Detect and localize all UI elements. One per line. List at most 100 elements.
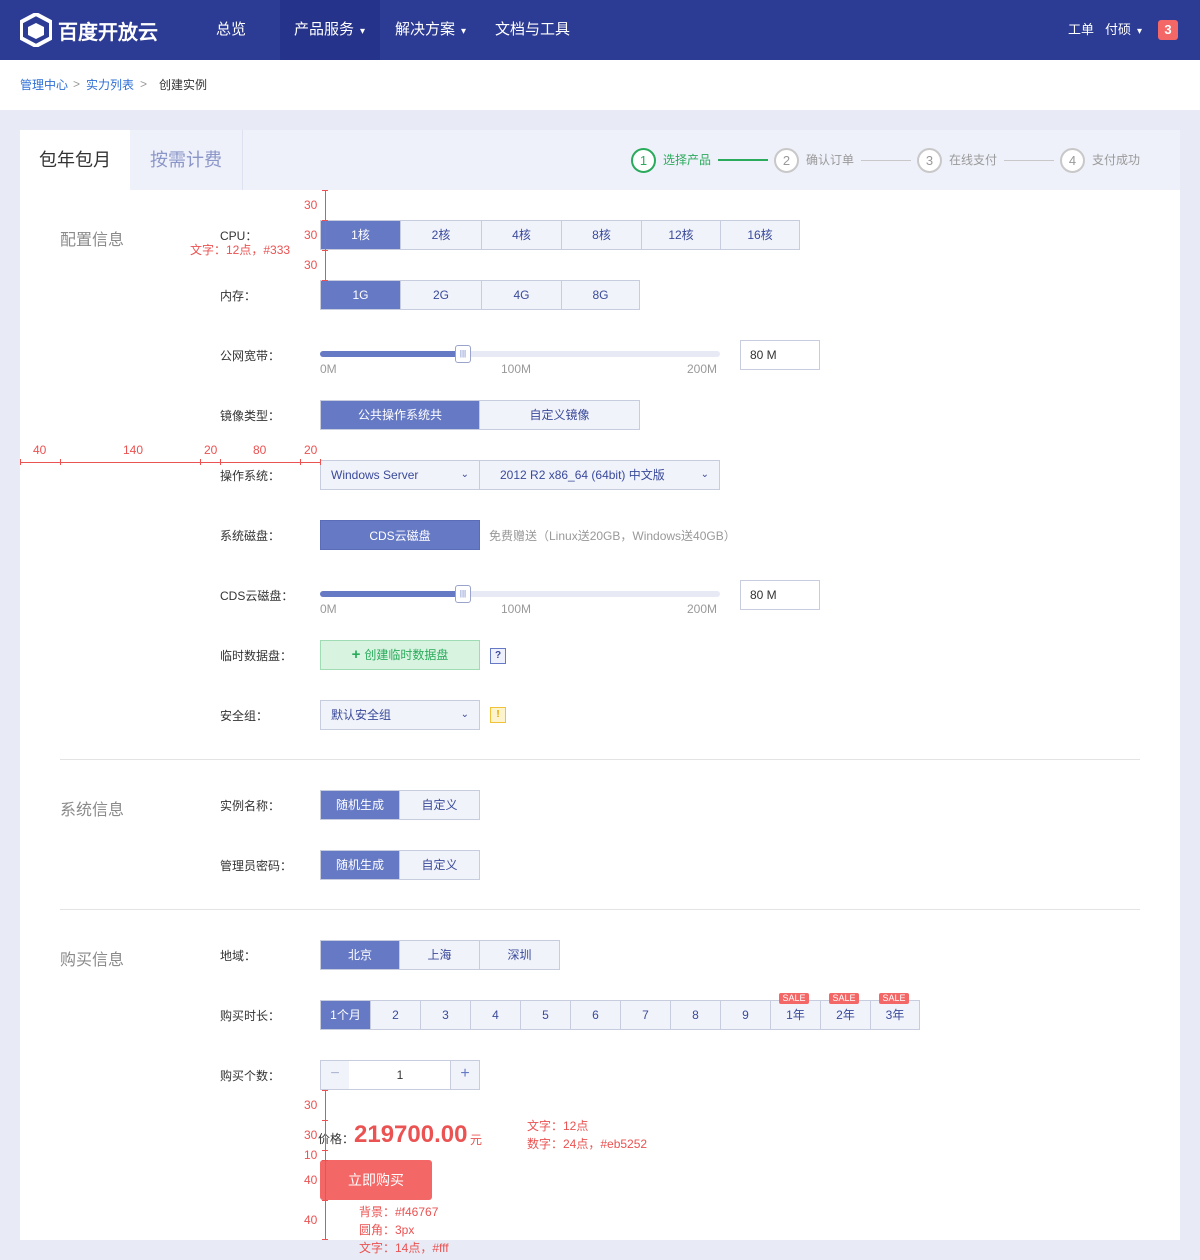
bandwidth-slider-handle[interactable]: ||| bbox=[455, 345, 471, 363]
tab-ondemand[interactable]: 按需计费 bbox=[130, 130, 243, 190]
cpu-option[interactable]: 4核 bbox=[482, 221, 562, 249]
quantity-label: 购买个数： bbox=[220, 1069, 281, 1083]
image-type-label: 镜像类型： bbox=[220, 409, 281, 423]
sale-tag: SALE bbox=[829, 993, 859, 1004]
quantity-decrement-button[interactable]: − bbox=[320, 1060, 350, 1090]
nav-products[interactable]: 产品服务 ▾ bbox=[280, 0, 380, 60]
nav-products-label: 产品服务 bbox=[294, 21, 355, 38]
cloud-logo-icon bbox=[20, 13, 52, 47]
step-4-label: 支付成功 bbox=[1092, 153, 1141, 167]
duration-selector: 1个月 2 3 4 5 6 7 8 9 1年 2年 3年 bbox=[320, 1000, 920, 1030]
plus-icon: + bbox=[351, 646, 361, 663]
cds-input[interactable]: 80 M bbox=[740, 580, 820, 610]
region-option[interactable]: 北京 bbox=[321, 941, 400, 969]
bandwidth-input[interactable]: 80 M bbox=[740, 340, 820, 370]
nav-solutions[interactable]: 解决方案 ▾ bbox=[381, 0, 480, 60]
duration-option[interactable]: 7 bbox=[621, 1001, 671, 1029]
annotation-spacing: 40 bbox=[304, 1173, 318, 1187]
buy-now-button[interactable]: 立即购买 bbox=[320, 1160, 432, 1200]
cpu-option[interactable]: 12核 bbox=[642, 221, 721, 249]
annotation-spacing: 30 bbox=[304, 198, 318, 212]
instance-name-label: 实例名称： bbox=[220, 799, 281, 813]
memory-option[interactable]: 2G bbox=[401, 281, 482, 309]
tab-yearly[interactable]: 包年包月 bbox=[20, 130, 130, 190]
breadcrumb-management[interactable]: 管理中心 bbox=[20, 77, 68, 93]
duration-option[interactable]: 3年 bbox=[871, 1001, 919, 1029]
annotation-spacing: 30 bbox=[304, 1128, 318, 1142]
cpu-option[interactable]: 8核 bbox=[562, 221, 642, 249]
annotation-price-text: 文字：12点 bbox=[527, 1119, 589, 1133]
breadcrumb-instance-list[interactable]: 实力列表 bbox=[86, 77, 134, 93]
duration-option[interactable]: 9 bbox=[721, 1001, 771, 1029]
duration-option[interactable]: 6 bbox=[571, 1001, 621, 1029]
duration-option[interactable]: 1个月 bbox=[321, 1001, 371, 1029]
annotation-button-text: 文字：14点，#fff bbox=[359, 1241, 449, 1255]
step-4-circle: 4 bbox=[1060, 148, 1085, 173]
spacing-guide-tick bbox=[322, 1239, 328, 1240]
cds-slider-fill bbox=[320, 591, 464, 597]
duration-option[interactable]: 8 bbox=[671, 1001, 721, 1029]
cds-slider-handle[interactable]: ||| bbox=[455, 585, 471, 603]
spacing-guide-tick bbox=[322, 250, 328, 251]
user-name: 付硕 bbox=[1105, 22, 1132, 37]
cpu-selector: 1核 2核 4核 8核 12核 16核 bbox=[320, 220, 800, 250]
image-type-public[interactable]: 公共操作系统共 bbox=[321, 401, 480, 429]
region-selector: 北京 上海 深圳 bbox=[320, 940, 560, 970]
warning-icon[interactable]: ! bbox=[490, 707, 506, 723]
breadcrumb-separator: > bbox=[73, 77, 81, 91]
chevron-down-icon: ⌄ bbox=[460, 469, 469, 480]
nav-solutions-label: 解决方案 bbox=[395, 21, 456, 38]
memory-option[interactable]: 4G bbox=[482, 281, 562, 309]
annotation-spacing: 30 bbox=[304, 258, 318, 272]
section-divider bbox=[60, 759, 1140, 760]
admin-password-custom[interactable]: 自定义 bbox=[400, 851, 479, 879]
spacing-guide-tick bbox=[322, 1120, 328, 1121]
step-connector bbox=[718, 159, 768, 161]
memory-option[interactable]: 8G bbox=[562, 281, 639, 309]
annotation-spacing: 30 bbox=[304, 1098, 318, 1112]
duration-option[interactable]: 4 bbox=[471, 1001, 521, 1029]
security-group-label: 安全组： bbox=[220, 709, 269, 723]
nav-overview[interactable]: 总览 bbox=[202, 0, 260, 60]
price-value: 219700.00 bbox=[354, 1121, 468, 1148]
security-group-select[interactable]: 默认安全组 ⌄ bbox=[320, 700, 480, 730]
notification-badge[interactable]: 3 bbox=[1158, 20, 1178, 40]
step-3-circle: 3 bbox=[917, 148, 942, 173]
duration-option[interactable]: 3 bbox=[421, 1001, 471, 1029]
cpu-option[interactable]: 2核 bbox=[401, 221, 482, 249]
instance-name-selector: 随机生成 自定义 bbox=[320, 790, 480, 820]
os-version-select[interactable]: 2012 R2 x86_64 (64bit) 中文版 ⌄ bbox=[479, 460, 720, 490]
spacing-guide-line bbox=[325, 1090, 326, 1240]
region-option[interactable]: 上海 bbox=[400, 941, 480, 969]
cpu-option[interactable]: 16核 bbox=[721, 221, 799, 249]
create-temp-disk-label: 创建临时数据盘 bbox=[364, 648, 449, 662]
duration-option[interactable]: 5 bbox=[521, 1001, 571, 1029]
ticket-link[interactable]: 工单 bbox=[1068, 0, 1094, 60]
spacing-guide-tick bbox=[322, 1160, 328, 1161]
quantity-increment-button[interactable]: + bbox=[450, 1060, 480, 1090]
nav-docs-label: 文档与工具 bbox=[495, 21, 571, 38]
memory-option[interactable]: 1G bbox=[321, 281, 401, 309]
cpu-option[interactable]: 1核 bbox=[321, 221, 401, 249]
user-menu[interactable]: 付硕 ▾ bbox=[1105, 0, 1142, 60]
brand-logo[interactable]: 百度开放云 bbox=[20, 12, 160, 48]
nav-docs[interactable]: 文档与工具 bbox=[481, 0, 584, 60]
cds-slider-track[interactable] bbox=[320, 591, 720, 597]
os-select[interactable]: Windows Server ⌄ bbox=[320, 460, 480, 490]
duration-option[interactable]: 2 bbox=[371, 1001, 421, 1029]
chevron-down-icon: ⌄ bbox=[460, 709, 469, 720]
admin-password-random[interactable]: 随机生成 bbox=[321, 851, 400, 879]
duration-option[interactable]: 2年 bbox=[821, 1001, 871, 1029]
bandwidth-slider-track[interactable] bbox=[320, 351, 720, 357]
instance-name-random[interactable]: 随机生成 bbox=[321, 791, 400, 819]
help-icon[interactable]: ? bbox=[490, 648, 506, 664]
region-option[interactable]: 深圳 bbox=[480, 941, 559, 969]
image-type-custom[interactable]: 自定义镜像 bbox=[480, 401, 639, 429]
quantity-input[interactable]: 1 bbox=[349, 1060, 451, 1090]
instance-name-custom[interactable]: 自定义 bbox=[400, 791, 479, 819]
bandwidth-slider-fill bbox=[320, 351, 464, 357]
create-temp-disk-button[interactable]: + 创建临时数据盘 bbox=[320, 640, 480, 670]
duration-option[interactable]: 1年 bbox=[771, 1001, 821, 1029]
cds-disk-button[interactable]: CDS云磁盘 bbox=[320, 520, 480, 550]
temp-disk-label: 临时数据盘： bbox=[220, 649, 293, 663]
